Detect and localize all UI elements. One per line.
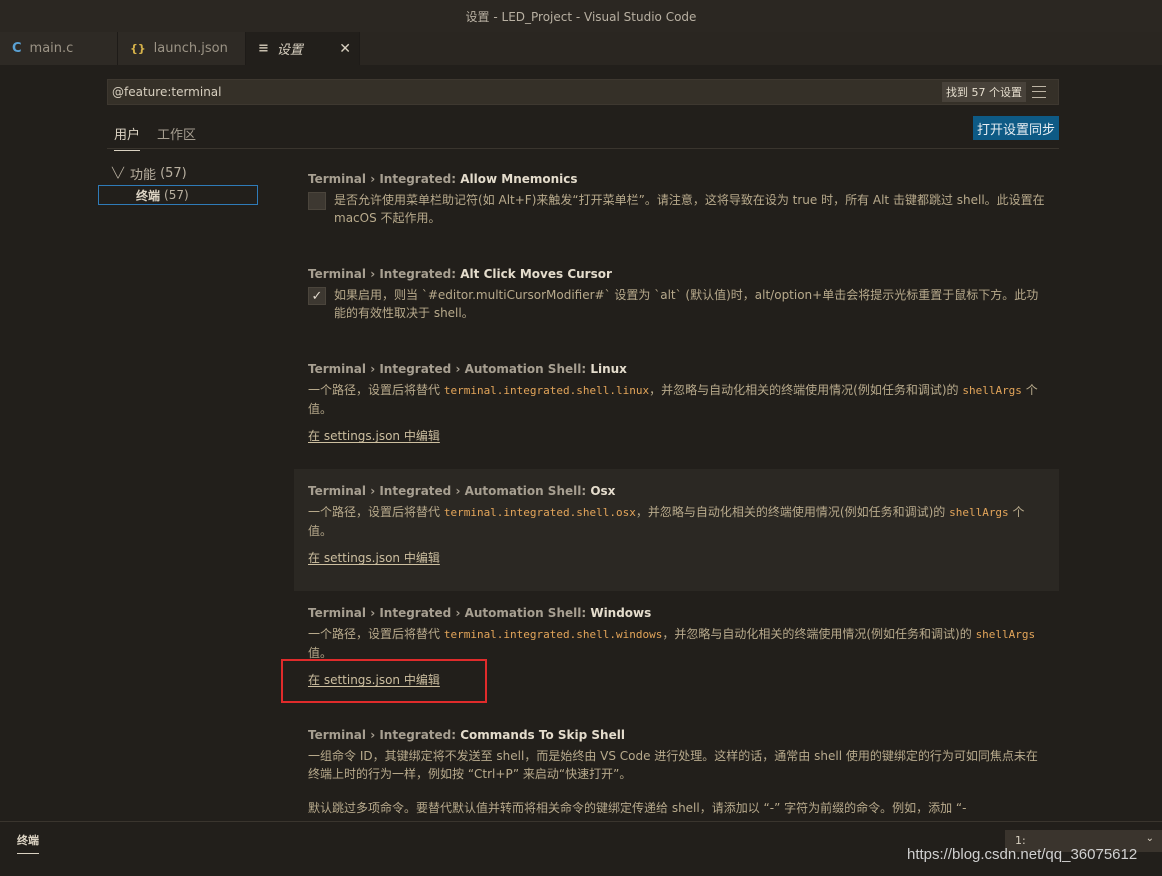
window-title: 设置 - LED_Project - Visual Studio Code [0,0,1162,32]
toc-item-count: (57) [164,188,189,202]
setting-key: Allow Mnemonics [460,172,578,186]
desc-text: 一个路径，设置后将替代 [308,383,444,397]
toc-group-label: 功能 [130,167,157,183]
check-icon: ✓ [311,288,323,304]
setting-code: terminal.integrated.shell.osx [443,506,636,519]
setting-key: Osx [590,484,616,498]
settings-search-input[interactable] [108,84,942,100]
setting-category: Terminal › Integrated › Automation Shell… [308,606,591,620]
toc-item-terminal[interactable]: 终端 (57) [98,185,258,205]
filter-icon[interactable] [1032,86,1046,98]
setting-category: Terminal › Integrated: [308,728,461,742]
settings-scope-tabs: 用户 工作区 打开设置同步 [107,116,1059,151]
setting-category: Terminal › Integrated: [308,267,461,281]
json-file-icon: {} [130,42,146,55]
setting-code: terminal.integrated.shell.windows [443,628,663,641]
setting-code: terminal.integrated.shell.linux [443,384,650,397]
setting-description: 是否允许使用菜单栏助记符(如 Alt+F)来触发“打开菜单栏”。请注意，这将导致… [334,193,1045,225]
setting-title: Terminal › Integrated › Automation Shell… [308,482,1045,500]
setting-key: Windows [590,606,652,620]
setting-automation-shell-osx: Terminal › Integrated › Automation Shell… [294,469,1059,591]
tab-label: main.c [29,41,74,56]
toc-group-count: (57) [160,165,187,181]
watermark: https://blog.csdn.net/qq_36075612 [907,846,1138,863]
setting-allow-mnemonics: Terminal › Integrated: Allow Mnemonics 是… [294,170,1059,227]
settings-search-box: 找到 57 个设置 [107,79,1059,105]
setting-title: Terminal › Integrated: Alt Click Moves C… [308,265,1045,283]
edit-in-settings-json-link[interactable]: 在 settings.json 中编辑 [308,427,440,444]
desc-text: ，并忽略与自动化相关的终端使用情况(例如任务和调试)的 [635,505,950,519]
setting-alt-click-moves-cursor: Terminal › Integrated: Alt Click Moves C… [294,265,1059,322]
chevron-down-icon: ╲╱ [112,167,125,179]
setting-description: 一个路径，设置后将替代 terminal.integrated.shell.os… [308,503,1045,540]
desc-text: 一个路径，设置后将替代 [308,627,444,641]
setting-commands-to-skip-shell: Terminal › Integrated: Commands To Skip … [294,726,1059,817]
settings-toc: ╲╱ 功能 (57) 终端 (57) [98,163,258,205]
setting-title: Terminal › Integrated: Allow Mnemonics [308,170,1045,188]
desc-text: 值。 [308,646,333,660]
setting-category: Terminal › Integrated › Automation Shell… [308,484,591,498]
setting-category: Terminal › Integrated: [308,172,461,186]
edit-in-settings-json-link[interactable]: 在 settings.json 中编辑 [308,549,440,566]
chevron-down-icon: ⌄ [1145,833,1154,844]
allow-mnemonics-checkbox[interactable] [308,192,326,210]
setting-code: shellArgs [975,628,1036,641]
setting-key: Linux [590,362,627,376]
setting-title: Terminal › Integrated › Automation Shell… [308,360,1045,378]
desc-text: ，并忽略与自动化相关的终端使用情况(例如任务和调试)的 [662,627,976,641]
settings-file-icon: ≡ [258,41,269,56]
setting-description: 如果启用，则当 `#editor.multiCursorModifier#` 设… [334,288,1039,320]
toc-group-features[interactable]: ╲╱ 功能 (57) [98,163,258,183]
setting-code: shellArgs [949,506,1009,519]
alt-click-moves-cursor-checkbox[interactable]: ✓ [308,287,326,305]
annotation-highlight-box [281,659,487,703]
setting-description: 一组命令 ID，其键绑定将不发送至 shell，而是始终由 VS Code 进行… [308,749,1038,781]
setting-description: 一个路径，设置后将替代 terminal.integrated.shell.wi… [308,625,1045,662]
setting-title: Terminal › Integrated › Automation Shell… [308,604,1045,622]
result-count-badge: 找到 57 个设置 [942,82,1026,102]
toc-item-label: 终端 [136,188,161,203]
settings-list: Terminal › Integrated: Allow Mnemonics 是… [294,165,1059,820]
panel-tab-terminal[interactable]: 终端 [17,832,39,854]
tab-settings[interactable]: ≡ 设置 ✕ [246,32,360,65]
setting-description: 一个路径，设置后将替代 terminal.integrated.shell.li… [308,381,1045,418]
setting-key: Alt Click Moves Cursor [460,267,612,281]
setting-category: Terminal › Integrated › Automation Shell… [308,362,591,376]
tab-launch-json[interactable]: {} launch.json [118,32,246,65]
close-icon[interactable]: ✕ [339,41,351,57]
setting-automation-shell-linux: Terminal › Integrated › Automation Shell… [294,360,1059,444]
editor-tabs: C main.c {} launch.json ≡ 设置 ✕ [0,32,1162,65]
setting-title: Terminal › Integrated: Commands To Skip … [308,726,1045,744]
tab-label: launch.json [153,41,228,56]
c-file-icon: C [12,41,22,56]
desc-text: 一个路径，设置后将替代 [308,505,444,519]
open-settings-sync-button[interactable]: 打开设置同步 [972,116,1059,140]
tab-user[interactable]: 用户 [114,124,141,151]
desc-text: ，并忽略与自动化相关的终端使用情况(例如任务和调试)的 [649,383,963,397]
bottom-panel: 终端 1: ⌄ https://blog.csdn.net/qq_3607561… [0,821,1162,876]
setting-key: Commands To Skip Shell [460,728,625,742]
tab-workspace[interactable]: 工作区 [157,124,196,143]
setting-code: shellArgs [962,384,1022,397]
tab-label: 设置 [276,43,303,58]
setting-description-more: 默认跳过多项命令。要替代默认值并转而将相关命令的键绑定传递给 shell，请添加… [308,801,967,815]
tab-main-c[interactable]: C main.c [0,32,118,65]
